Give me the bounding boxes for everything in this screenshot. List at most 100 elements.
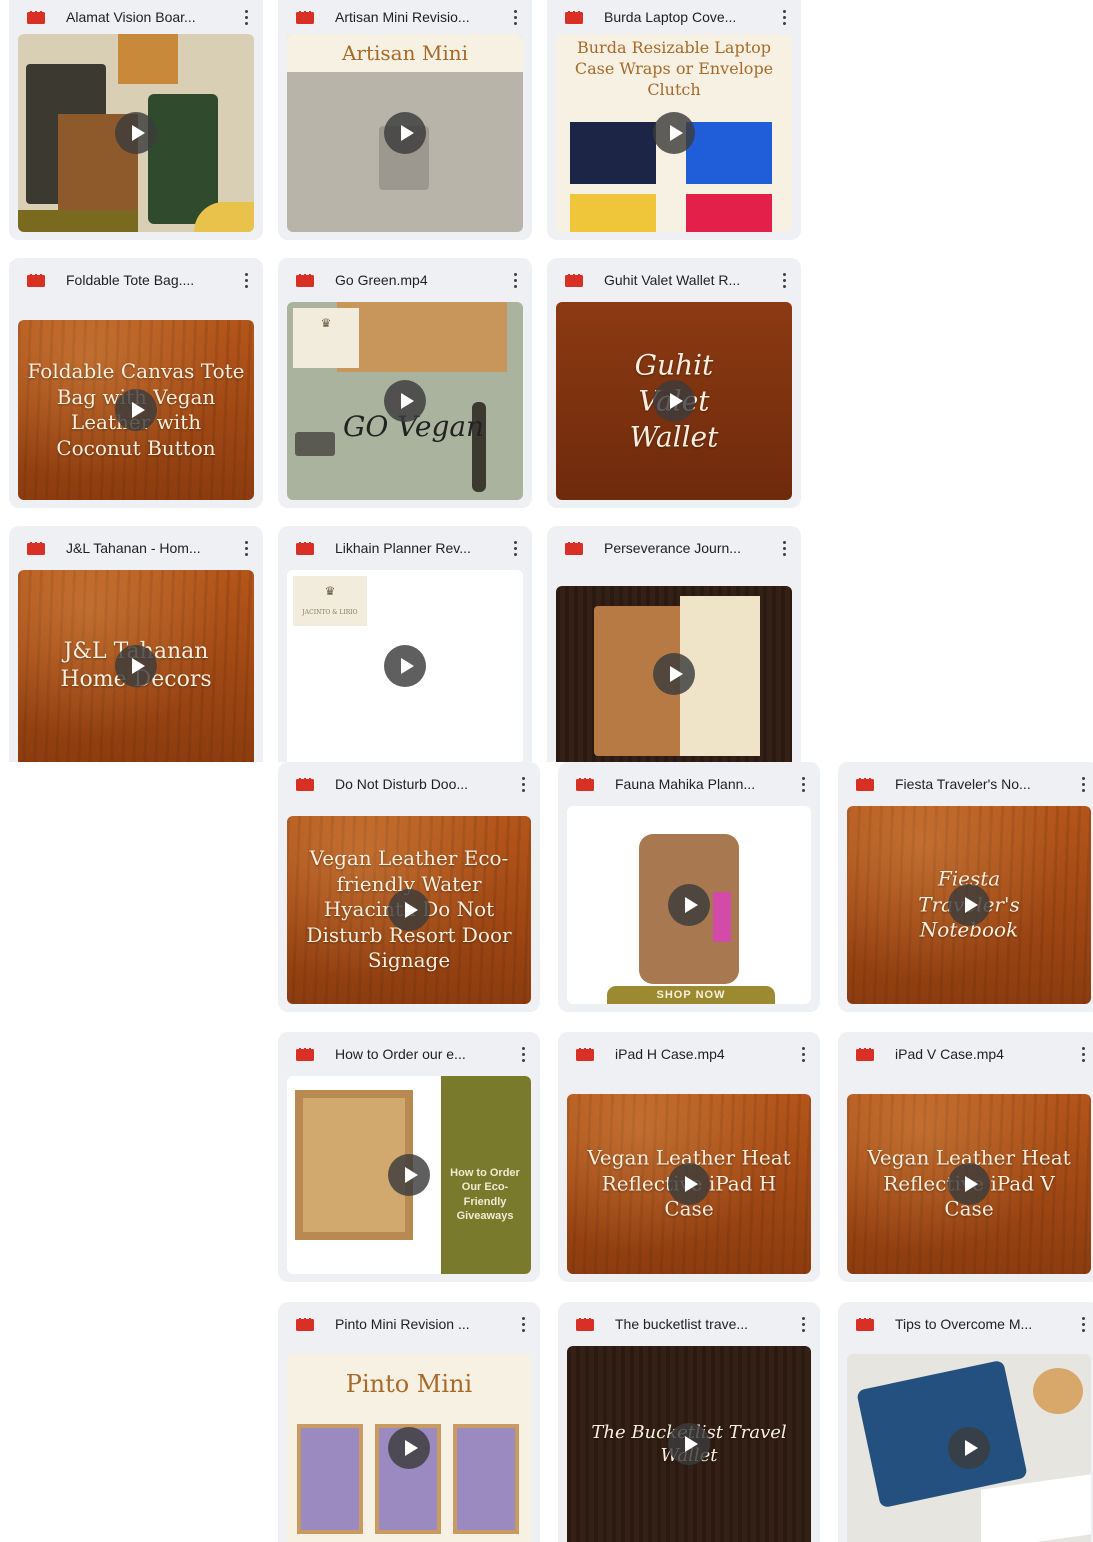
- more-options-icon[interactable]: [777, 539, 791, 557]
- play-button[interactable]: [388, 889, 430, 931]
- video-thumbnail[interactable]: Vegan Leather Eco-friendly Water Hyacint…: [287, 816, 531, 1004]
- video-file-card[interactable]: Foldable Tote Bag.... Foldable Canvas To…: [9, 258, 263, 508]
- file-name: Perseverance Journ...: [604, 540, 741, 556]
- video-file-card[interactable]: Pinto Mini Revision ... Pinto Mini: [278, 1302, 540, 1542]
- thumb-artwork: [297, 1424, 363, 1534]
- video-thumbnail[interactable]: Pinto Mini: [287, 1354, 531, 1542]
- more-options-icon[interactable]: [516, 775, 530, 793]
- video-file-card[interactable]: Alamat Vision Boar...: [9, 0, 263, 240]
- thumb-artwork: [981, 1474, 1091, 1542]
- thumb-title-text: How to Order Our Eco-Friendly Giveaways: [450, 1167, 520, 1222]
- play-button[interactable]: [115, 645, 157, 687]
- more-options-icon[interactable]: [239, 539, 253, 557]
- file-grid-bottom: Do Not Disturb Doo... Vegan Leather Eco-…: [278, 762, 1093, 1542]
- video-file-card[interactable]: Fauna Mahika Plann... SHOP NOW: [558, 762, 820, 1012]
- video-thumbnail[interactable]: How to Order Our Eco-Friendly Giveaways: [287, 1076, 531, 1274]
- play-button[interactable]: [653, 380, 695, 422]
- file-name: iPad V Case.mp4: [895, 1046, 1004, 1062]
- video-file-card[interactable]: Do Not Disturb Doo... Vegan Leather Eco-…: [278, 762, 540, 1012]
- video-file-icon: [296, 1317, 314, 1331]
- more-options-icon[interactable]: [1076, 775, 1090, 793]
- thumb-artwork: [118, 34, 178, 84]
- play-button[interactable]: [653, 653, 695, 695]
- video-file-card[interactable]: Guhit Valet Wallet R... Guhit Valet Wall…: [547, 258, 801, 508]
- more-options-icon[interactable]: [796, 1315, 810, 1333]
- play-button[interactable]: [948, 884, 990, 926]
- more-options-icon[interactable]: [796, 775, 810, 793]
- video-thumbnail[interactable]: JACINTO & LIRIO: [287, 570, 523, 762]
- video-thumbnail[interactable]: Guhit Valet Wallet: [556, 302, 792, 500]
- file-name: Artisan Mini Revisio...: [335, 9, 470, 25]
- video-file-card[interactable]: How to Order our e... How to Order Our E…: [278, 1032, 540, 1282]
- video-thumbnail[interactable]: Foldable Canvas Tote Bag with Vegan Leat…: [18, 320, 254, 500]
- more-options-icon[interactable]: [239, 8, 253, 26]
- card-header: Do Not Disturb Doo...: [278, 762, 540, 806]
- more-options-icon[interactable]: [508, 539, 522, 557]
- video-file-icon: [296, 10, 314, 24]
- thumb-artwork: [713, 892, 731, 942]
- thumb-artwork: [18, 210, 138, 232]
- play-button[interactable]: [653, 112, 695, 154]
- play-button[interactable]: [948, 1427, 990, 1469]
- video-file-card[interactable]: iPad V Case.mp4 Vegan Leather Heat Refle…: [838, 1032, 1093, 1282]
- video-thumbnail[interactable]: Fiesta Traveler's Notebook: [847, 806, 1091, 1004]
- play-button[interactable]: [668, 1163, 710, 1205]
- video-file-card[interactable]: iPad H Case.mp4 Vegan Leather Heat Refle…: [558, 1032, 820, 1282]
- more-options-icon[interactable]: [239, 271, 253, 289]
- play-button[interactable]: [388, 1154, 430, 1196]
- more-options-icon[interactable]: [777, 271, 791, 289]
- video-file-card[interactable]: Artisan Mini Revisio... Artisan Mini: [278, 0, 532, 240]
- video-file-card[interactable]: Likhain Planner Rev... JACINTO & LIRIO: [278, 526, 532, 762]
- video-thumbnail[interactable]: [847, 1354, 1091, 1542]
- play-button[interactable]: [384, 112, 426, 154]
- video-file-card[interactable]: Fiesta Traveler's No... Fiesta Traveler'…: [838, 762, 1093, 1012]
- card-header: Alamat Vision Boar...: [9, 0, 263, 34]
- video-thumbnail[interactable]: SHOP NOW: [567, 806, 811, 1004]
- more-options-icon[interactable]: [516, 1315, 530, 1333]
- file-name: iPad H Case.mp4: [615, 1046, 725, 1062]
- card-header: Perseverance Journ...: [547, 526, 801, 570]
- video-file-card[interactable]: Go Green.mp4 GO Vegan: [278, 258, 532, 508]
- play-button[interactable]: [948, 1163, 990, 1205]
- play-button[interactable]: [384, 380, 426, 422]
- video-file-card[interactable]: Perseverance Journ...: [547, 526, 801, 762]
- video-file-card[interactable]: The bucketlist trave... The Bucketlist T…: [558, 1302, 820, 1542]
- video-file-card[interactable]: Tips to Overcome M...: [838, 1302, 1093, 1542]
- play-button[interactable]: [668, 1423, 710, 1465]
- video-file-icon: [565, 10, 583, 24]
- thumb-banner-text: Pinto Mini: [345, 1370, 473, 1398]
- thumb-artwork: [148, 94, 218, 224]
- video-thumbnail[interactable]: J&L Tahanan Home Decors: [18, 570, 254, 762]
- video-thumbnail[interactable]: [18, 34, 254, 232]
- video-thumbnail[interactable]: Artisan Mini: [287, 34, 523, 232]
- video-thumbnail[interactable]: Burda Resizable Laptop Case Wraps or Env…: [556, 34, 792, 232]
- more-options-icon[interactable]: [508, 271, 522, 289]
- more-options-icon[interactable]: [516, 1045, 530, 1063]
- video-file-icon: [296, 777, 314, 791]
- more-options-icon[interactable]: [508, 8, 522, 26]
- card-header: iPad H Case.mp4: [558, 1032, 820, 1076]
- play-button[interactable]: [388, 1427, 430, 1469]
- play-button[interactable]: [384, 645, 426, 687]
- video-file-icon: [27, 10, 45, 24]
- play-button[interactable]: [668, 884, 710, 926]
- card-header: Tips to Overcome M...: [838, 1302, 1093, 1346]
- thumb-artwork: [570, 122, 656, 184]
- video-thumbnail[interactable]: [556, 586, 792, 762]
- video-thumbnail[interactable]: Vegan Leather Heat Reflective iPad V Cas…: [847, 1094, 1091, 1274]
- play-button[interactable]: [115, 112, 157, 154]
- video-file-card[interactable]: Burda Laptop Cove... Burda Resizable Lap…: [547, 0, 801, 240]
- more-options-icon[interactable]: [777, 8, 791, 26]
- more-options-icon[interactable]: [1076, 1315, 1090, 1333]
- video-thumbnail[interactable]: The Bucketlist Travel Wallet: [567, 1346, 811, 1542]
- video-file-icon: [576, 777, 594, 791]
- brand-logo: JACINTO & LIRIO: [293, 576, 367, 626]
- more-options-icon[interactable]: [796, 1045, 810, 1063]
- video-file-icon: [296, 541, 314, 555]
- more-options-icon[interactable]: [1076, 1045, 1090, 1063]
- play-button[interactable]: [115, 389, 157, 431]
- video-file-card[interactable]: J&L Tahanan - Hom... J&L Tahanan Home De…: [9, 526, 263, 762]
- file-name: Burda Laptop Cove...: [604, 9, 737, 25]
- video-thumbnail[interactable]: GO Vegan: [287, 302, 523, 500]
- video-thumbnail[interactable]: Vegan Leather Heat Reflective iPad H Cas…: [567, 1094, 811, 1274]
